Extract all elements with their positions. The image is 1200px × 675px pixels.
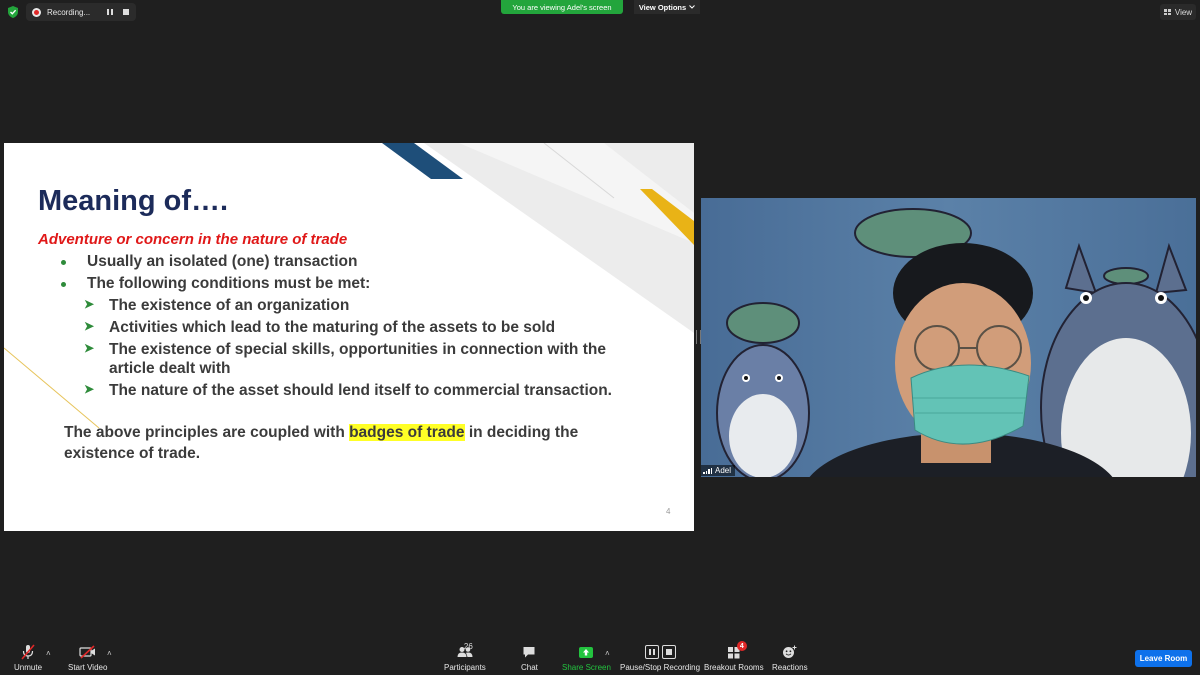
share-screen-button[interactable]: Share Screen xyxy=(562,643,611,672)
leave-room-button[interactable]: Leave Room xyxy=(1135,650,1192,667)
start-video-button[interactable]: Start Video xyxy=(68,643,107,672)
arrow-bullet-icon: ➤ xyxy=(84,341,95,355)
paragraph-text: The above principles are coupled with xyxy=(64,424,350,441)
microphone-muted-icon xyxy=(21,644,35,660)
view-button-label: View xyxy=(1174,7,1193,17)
participant-video[interactable]: Adel xyxy=(701,198,1196,477)
participant-name-tag: Adel xyxy=(701,465,736,476)
viewing-banner-text: You are viewing Adel's screen xyxy=(512,2,612,12)
reactions-label: Reactions xyxy=(772,663,808,672)
arrow-bullet-icon: ➤ xyxy=(84,297,95,311)
pause-icon[interactable] xyxy=(107,9,113,15)
unmute-label: Unmute xyxy=(14,663,43,672)
sub-bullet-continuation: article dealt with xyxy=(109,360,231,377)
closing-paragraph-line2: existence of trade. xyxy=(64,445,201,462)
recording-label: Recording... xyxy=(47,7,91,17)
arrow-bullet-icon: ➤ xyxy=(84,319,95,333)
shared-screen-slide: Meaning of…. Adventure or concern in the… xyxy=(4,143,694,531)
highlighted-phrase: badges of trade xyxy=(349,424,465,441)
chat-button[interactable]: Chat xyxy=(521,643,538,672)
viewing-screen-banner: You are viewing Adel's screen xyxy=(501,0,623,14)
video-options-caret-icon[interactable]: ˄ xyxy=(107,649,112,658)
pause-stop-recording-button[interactable]: Pause/Stop Recording xyxy=(620,643,700,672)
recording-controls-label: Pause/Stop Recording xyxy=(620,663,701,672)
leave-room-label: Leave Room xyxy=(1139,654,1188,663)
participants-count: 26 xyxy=(463,642,473,651)
view-button[interactable]: View xyxy=(1160,4,1196,20)
start-video-label: Start Video xyxy=(68,663,108,672)
chevron-down-icon xyxy=(689,5,696,9)
share-screen-label: Share Screen xyxy=(562,663,611,672)
sub-bullet-item: The nature of the asset should lend itse… xyxy=(109,382,612,399)
bullet-item: The following conditions must be met: xyxy=(87,275,371,292)
reactions-icon xyxy=(783,645,797,658)
video-camera-off-icon xyxy=(79,645,95,659)
recording-indicator: Recording... xyxy=(26,3,136,21)
stop-icon[interactable] xyxy=(123,9,129,15)
participant-name: Adel xyxy=(715,466,732,475)
signal-strength-icon xyxy=(703,467,712,474)
stop-recording-icon xyxy=(661,645,676,659)
view-options-label: View Options xyxy=(638,2,687,12)
breakout-rooms-label: Breakout Rooms xyxy=(704,663,764,672)
view-options-button[interactable]: View Options xyxy=(634,0,700,14)
recording-dot-icon xyxy=(32,7,41,17)
chat-icon xyxy=(523,646,535,657)
breakout-rooms-button[interactable]: 4 Breakout Rooms xyxy=(704,641,764,672)
sub-bullet-item: The existence of special skills, opportu… xyxy=(109,341,606,358)
share-screen-icon xyxy=(579,646,594,658)
grid-view-icon xyxy=(1163,9,1171,15)
slide-page-number: 4 xyxy=(666,507,671,516)
shield-icon[interactable] xyxy=(6,5,20,19)
video-feed-image xyxy=(701,198,1196,477)
share-options-caret-icon[interactable]: ˄ xyxy=(605,649,610,658)
breakout-badge: 4 xyxy=(736,641,747,651)
bullet-dot-icon xyxy=(61,282,66,287)
paragraph-text: in deciding the xyxy=(464,424,579,441)
sub-bullet-item: The existence of an organization xyxy=(109,297,350,314)
reactions-button[interactable]: Reactions xyxy=(772,643,808,672)
audio-options-caret-icon[interactable]: ˄ xyxy=(46,649,51,658)
pause-recording-icon xyxy=(644,645,659,659)
bullet-dot-icon xyxy=(61,260,66,265)
sub-bullet-item: Activities which lead to the maturing of… xyxy=(109,319,556,336)
unmute-button[interactable]: Unmute xyxy=(14,643,42,672)
closing-paragraph: The above principles are coupled with ba… xyxy=(64,424,578,442)
slide-title: Meaning of…. xyxy=(38,185,229,217)
chat-label: Chat xyxy=(521,663,538,672)
arrow-bullet-icon: ➤ xyxy=(84,382,95,396)
slide-subtitle: Adventure or concern in the nature of tr… xyxy=(38,231,348,248)
participants-label: Participants xyxy=(444,663,486,672)
bullet-item: Usually an isolated (one) transaction xyxy=(87,253,358,270)
participants-button[interactable]: 26 Participants xyxy=(444,642,486,672)
